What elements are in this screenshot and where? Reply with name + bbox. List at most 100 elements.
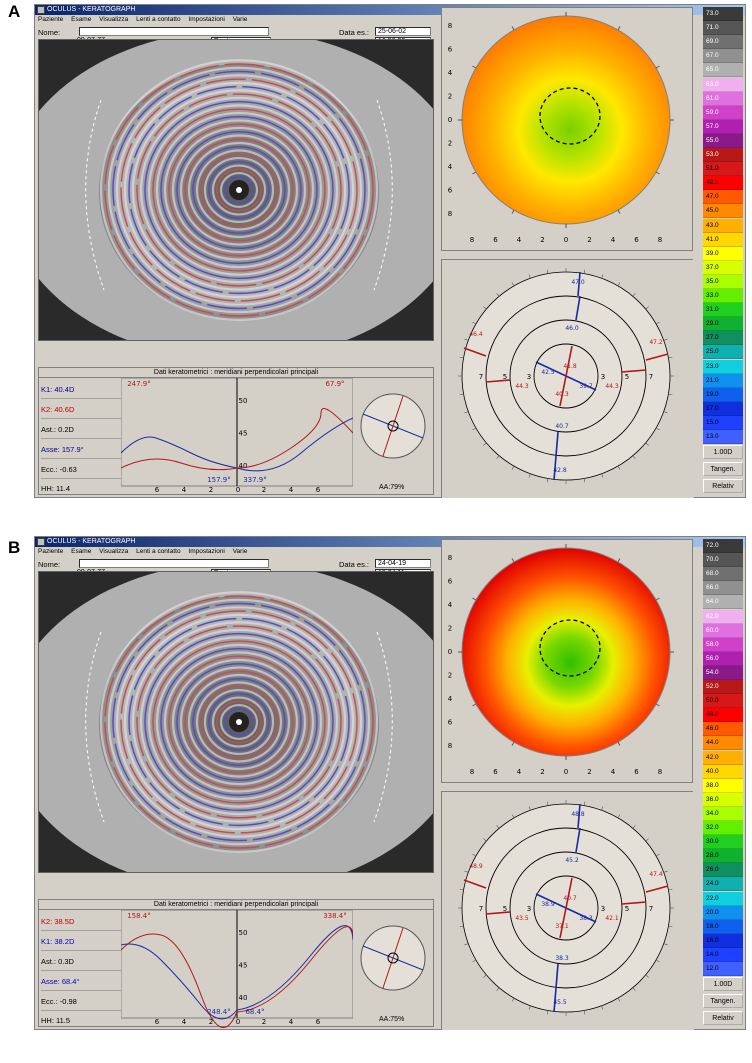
scale-step-button[interactable]: 1.00D bbox=[703, 977, 743, 991]
axis-value: Asse: 68.4° bbox=[41, 972, 121, 991]
value-center-4: 37.1 bbox=[555, 923, 569, 930]
scale-step-button[interactable]: 1.00D bbox=[703, 445, 743, 459]
menu-visualizza[interactable]: Visualizza bbox=[99, 16, 128, 23]
menu-esame[interactable]: Esame bbox=[71, 548, 91, 555]
k-value-1: K2: 38.5D bbox=[41, 912, 121, 931]
scale-swatch: 28.0 bbox=[703, 849, 743, 864]
menu-impostazioni[interactable]: Impostazioni bbox=[188, 16, 225, 23]
graph-x-tick: 2 bbox=[209, 486, 213, 494]
scale-swatch: 36.0 bbox=[703, 792, 743, 807]
value-outer-right: 47.4 bbox=[649, 871, 663, 878]
scale-swatch: 26.0 bbox=[703, 863, 743, 878]
graph-x-tick: 6 bbox=[155, 1018, 160, 1026]
menu-lenti-contatto[interactable]: Lenti a contatto bbox=[136, 16, 180, 23]
scale-swatch: 18.0 bbox=[703, 919, 743, 934]
ring-label: 5 bbox=[625, 905, 629, 913]
color-scale: 72.0 70.0 68.0 66.0 64.0 62.0 60.0 58.0 56.0 54.0… bbox=[703, 539, 745, 1029]
data-esame-label: Data es.: bbox=[339, 28, 370, 37]
menu-varie[interactable]: Varie bbox=[233, 16, 248, 23]
scale-swatch: 25.0 bbox=[703, 345, 743, 360]
nome-field[interactable] bbox=[79, 559, 269, 568]
map-y-tick: 6 bbox=[448, 578, 453, 586]
meridian-2-top: 338.4° bbox=[323, 912, 347, 920]
value-mid-right: 42.1 bbox=[605, 915, 619, 922]
menu-lenti-contatto[interactable]: Lenti a contatto bbox=[136, 548, 180, 555]
relative-button[interactable]: Relativ bbox=[703, 479, 743, 493]
map-tick bbox=[472, 171, 477, 175]
curvature-map[interactable]: 8 6 4 2 0 2 4 6 8 8 6 4 2 0 2 4 6 8 bbox=[442, 540, 694, 784]
map-y-tick: 6 bbox=[448, 187, 453, 195]
nome-field[interactable] bbox=[79, 27, 269, 36]
map-x-tick: 8 bbox=[470, 768, 474, 776]
scale-swatch: 17.0 bbox=[703, 401, 743, 416]
value-center-2: 40.7 bbox=[563, 895, 577, 902]
map-x-tick: 4 bbox=[517, 768, 522, 776]
keratometry-panel: Dati keratometrici : meridiani perpendic… bbox=[38, 899, 434, 1028]
curvature-map-panel: 8 6 4 2 0 2 4 6 8 8 6 4 2 0 2 4 6 8 bbox=[441, 7, 693, 251]
value-center-1: 42.5 bbox=[541, 369, 555, 376]
numeric-map[interactable]: 42.5 41.8 39.7 40.3 46.0 44.3 44.3 40.7 47.0 46.4… bbox=[442, 260, 694, 498]
menu-impostazioni[interactable]: Impostazioni bbox=[188, 548, 225, 555]
map-x-tick: 0 bbox=[564, 236, 568, 244]
scale-swatch: 61.0 bbox=[703, 91, 743, 106]
menu-paziente[interactable]: Paziente bbox=[38, 16, 63, 23]
numeric-map[interactable]: 38.9 40.7 38.3 37.1 45.2 43.5 42.1 38.3 48.8 48.9… bbox=[442, 792, 694, 1030]
tangential-button[interactable]: Tangen. bbox=[703, 994, 743, 1008]
graph-x-tick: 4 bbox=[182, 486, 187, 494]
graph-y-tick: 45 bbox=[239, 962, 248, 970]
map-x-tick: 4 bbox=[611, 236, 616, 244]
map-y-tick: 0 bbox=[448, 116, 452, 124]
menu-esame[interactable]: Esame bbox=[71, 16, 91, 23]
hh-value: HH: 11.4 bbox=[41, 484, 71, 493]
scale-swatch: 35.0 bbox=[703, 274, 743, 289]
menu-visualizza[interactable]: Visualizza bbox=[99, 548, 128, 555]
menu-varie[interactable]: Varie bbox=[233, 548, 248, 555]
scale-swatch: 14.0 bbox=[703, 947, 743, 962]
scale-swatch: 71.0 bbox=[703, 21, 743, 36]
scale-swatch: 50.0 bbox=[703, 694, 743, 709]
ring-label: 5 bbox=[503, 905, 507, 913]
color-scale: 73.0 71.0 69.0 67.0 65.0 63.0 61.0 59.0 57.0 55.0… bbox=[703, 7, 745, 497]
scale-swatch: 66.0 bbox=[703, 581, 743, 596]
scale-swatch: 73.0 bbox=[703, 7, 743, 21]
scale-swatch: 32.0 bbox=[703, 821, 743, 835]
scale-swatch: 47.0 bbox=[703, 190, 743, 205]
graph-x-tick: 4 bbox=[182, 1018, 187, 1026]
astigmatism-value: Ast.: 0.3D bbox=[41, 952, 121, 971]
tangential-button[interactable]: Tangen. bbox=[703, 462, 743, 476]
map-tick bbox=[511, 209, 515, 214]
scale-swatch: 21.0 bbox=[703, 373, 743, 388]
value-outer-bottom: 42.8 bbox=[553, 467, 567, 474]
data-esame-field[interactable]: 24-04-19 bbox=[375, 559, 431, 568]
scale-swatch: 46.0 bbox=[703, 722, 743, 737]
data-esame-field[interactable]: 25-06-02 bbox=[375, 27, 431, 36]
graph-y-tick: 50 bbox=[239, 929, 248, 937]
map-y-tick: 0 bbox=[448, 648, 452, 656]
map-x-tick: 6 bbox=[634, 768, 639, 776]
app-logo-icon bbox=[37, 6, 45, 14]
eccentricity-value: Ecc.: -0.63 bbox=[41, 460, 121, 479]
value-outer-top: 48.8 bbox=[571, 811, 585, 818]
meridian-1-bottom: 157.9° bbox=[207, 476, 231, 484]
data-esame-label: Data es.: bbox=[339, 560, 370, 569]
menu-paziente[interactable]: Paziente bbox=[38, 548, 63, 555]
value-mid-bottom: 40.7 bbox=[555, 423, 569, 430]
map-y-tick: 8 bbox=[448, 22, 452, 30]
scale-swatch: 24.0 bbox=[703, 877, 743, 892]
map-x-tick: 0 bbox=[564, 768, 568, 776]
panel-letter-a: A bbox=[8, 2, 21, 21]
scale-swatch: 31.0 bbox=[703, 303, 743, 318]
map-y-tick: 8 bbox=[448, 554, 452, 562]
map-y-tick: 4 bbox=[448, 695, 453, 703]
map-x-tick: 6 bbox=[493, 236, 498, 244]
curvature-map[interactable]: 8 6 4 2 0 2 4 6 8 8 6 4 2 0 2 4 6 8 bbox=[442, 8, 694, 252]
graph-x-tick: 6 bbox=[316, 486, 321, 494]
relative-button[interactable]: Relativ bbox=[703, 1011, 743, 1025]
value-center-3: 39.7 bbox=[579, 383, 593, 390]
keratometry-panel: Dati keratometrici : meridiani perpendic… bbox=[38, 367, 434, 495]
map-tick bbox=[655, 703, 660, 707]
value-outer-right: 47.2 bbox=[649, 339, 663, 346]
map-tick bbox=[472, 703, 477, 707]
map-x-tick: 2 bbox=[587, 236, 591, 244]
curvature-map-panel: 8 6 4 2 0 2 4 6 8 8 6 4 2 0 2 4 6 8 bbox=[441, 539, 693, 783]
